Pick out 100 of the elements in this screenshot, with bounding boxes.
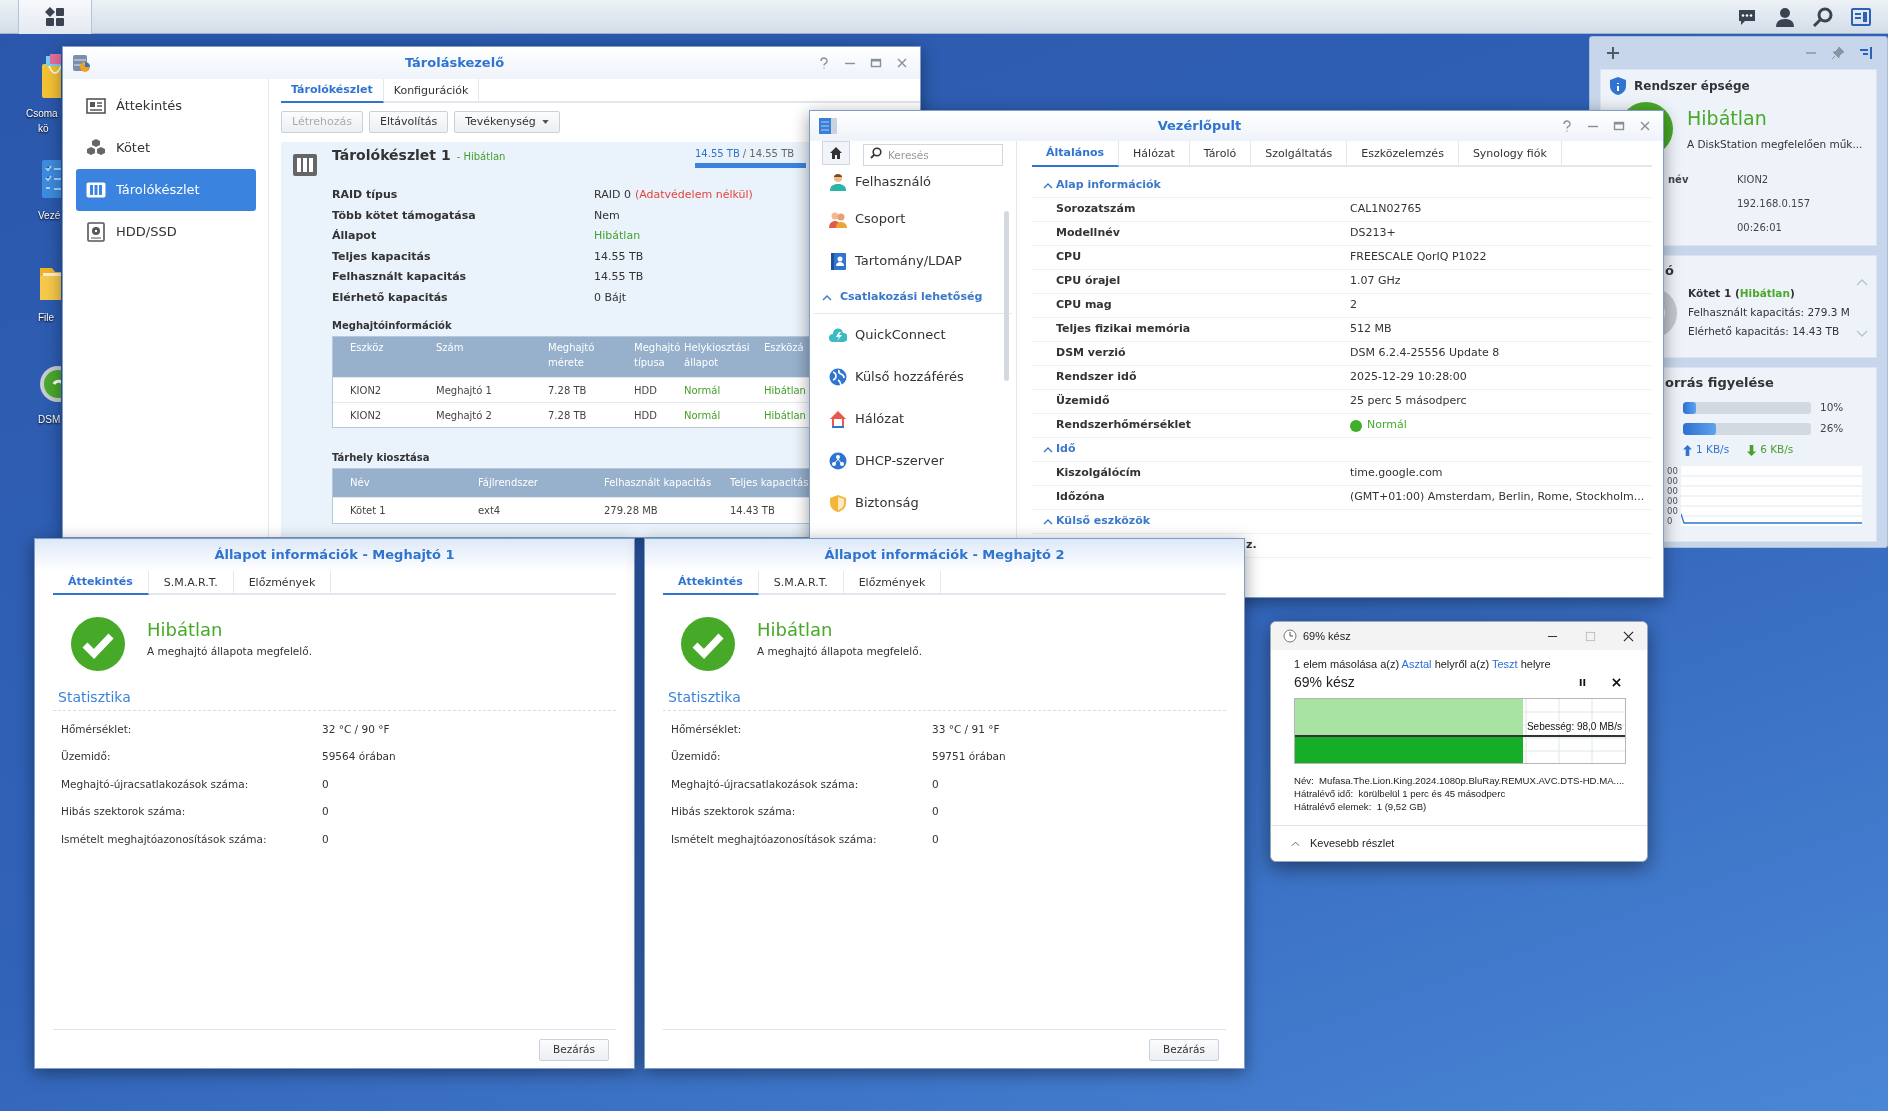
sidebar-item[interactable]: HDD/SSD [76,211,256,253]
tab[interactable]: Előzmények [843,571,942,595]
detail-value: 0 Bájt [594,289,627,306]
sidebar-item[interactable]: Felhasználó [810,165,1016,198]
home-button[interactable] [822,141,850,165]
link[interactable]: Teszt [1491,658,1518,670]
info-value: 25 perc 5 másodperc [1350,393,1468,410]
progress-text: 69% kész [1294,672,1355,692]
info-label: Üzemidő [1056,393,1111,410]
info-label: CPU órajel [1056,273,1122,290]
user-icon[interactable] [1774,5,1796,28]
icon-label[interactable]: DSM [38,412,61,427]
table-cell-text: 14.43 TB [730,504,776,518]
tab[interactable]: Hálózat [1119,141,1190,167]
check-circle-icon [681,617,735,671]
table-cell-text: Hibátlan [764,383,807,398]
chevron-up-icon [1043,446,1053,453]
help-icon[interactable] [1561,120,1573,132]
help-icon[interactable] [818,57,830,69]
sidebar-panel-icon[interactable] [1859,46,1873,60]
icon-label[interactable]: Csoma [26,106,58,121]
clock-icon [1283,629,1297,643]
maximize-icon[interactable] [870,57,882,69]
meter-reading: 26% [1820,420,1844,436]
stop-icon[interactable] [1612,677,1621,687]
toolbar-button[interactable]: Tevékenység [454,111,560,133]
total-capacity: / 14.55 TB [742,148,795,160]
stat-value: 0 [322,804,330,820]
sidebar-item[interactable]: Hálózat [810,398,1016,440]
sidebar-item[interactable]: QuickConnect [810,314,1016,356]
window-title: 69% kész [1303,628,1351,644]
close-button[interactable]: Bezárás [1149,1039,1219,1061]
chevron-up-icon [1043,518,1053,525]
stat-label: Ismételt meghajtóazonosítások száma: [61,831,268,847]
download-speed: 6 KB/s [1760,442,1794,458]
section-header[interactable]: Idő [1032,438,1652,462]
sidebar-item[interactable]: DHCP-szerver [810,440,1016,482]
detail-value: 14.55 TB [594,269,644,285]
plus-icon[interactable] [1606,46,1620,60]
sidebar-item[interactable]: Áttekintés [76,85,256,127]
stat-label: Üzemidő: [61,749,112,765]
search-icon[interactable] [1812,5,1834,28]
tab[interactable]: Tároló [1189,141,1252,167]
main-menu-button[interactable] [18,0,92,34]
cubes-icon [86,138,106,158]
pause-icon[interactable] [1578,677,1587,687]
control-panel-app-icon[interactable] [818,116,838,136]
sidebar-item[interactable]: Tárolókészlet [76,169,256,211]
link[interactable]: Asztal [1401,658,1432,670]
stat-value: 33 °C / 91 °F [932,721,1001,737]
column-header: Eszköz [350,341,385,355]
sidebar-item[interactable]: Biztonság [810,482,1016,524]
stat-label: Meghajtó-újracsatlakozások száma: [61,776,250,792]
section-header[interactable]: Külső eszközök [1032,510,1652,534]
info-value: CAL1N02765 [1350,201,1423,218]
toolbar-button[interactable]: Eltávolítás [369,111,449,133]
network-nodes-icon [829,452,847,470]
chevron-up-icon [1291,840,1300,847]
search-field[interactable]: Keresés [863,144,1003,166]
address-book-icon [829,252,847,270]
sidebar-item[interactable]: Kötet [76,127,256,169]
scrollbar[interactable] [1004,211,1009,381]
tab[interactable]: Áttekintés [663,571,759,595]
pool-status: - Hibátlan [456,149,506,164]
volume-info: Elérhető kapacitás: 14.43 TB [1688,324,1841,339]
tab[interactable]: S.M.A.R.T. [148,571,234,595]
info-label: Modellnév [1056,225,1121,242]
tab[interactable]: Áttekintés [53,571,149,595]
close-icon[interactable] [1622,630,1634,642]
maximize-icon[interactable] [1613,120,1625,132]
caret-icon [541,120,549,124]
detail-value: RAID 0 (Adatvédelem nélkül) [594,187,753,203]
table-cell-text: Normál [684,383,722,398]
info-value: KION2 [1737,172,1770,187]
icon-label[interactable]: kö [38,121,49,136]
detail-value: Nem [594,207,620,224]
tab[interactable]: Eszközelemzés [1347,141,1459,167]
tab[interactable]: Tárolókészlet [281,79,384,103]
table-cell-text: 7.28 TB [548,408,588,423]
section-header[interactable]: Alap információk [1032,174,1652,198]
tab[interactable]: Synology fiók [1458,141,1562,167]
axis-label: 00 [1667,466,1679,476]
details-toggle[interactable]: Kevesebb részlet [1291,835,1395,852]
stat-label: Hőmérséklet: [671,721,743,737]
tab[interactable]: Szolgáltatás [1251,141,1348,167]
tab[interactable]: Konfigurációk [383,79,480,103]
tab[interactable]: Előzmények [233,571,332,595]
storage-app-icon[interactable] [71,53,91,73]
detail-label: Állapot [332,228,377,244]
close-button[interactable]: Bezárás [539,1039,609,1061]
info-value: DSM 6.2.4-25556 Update 8 [1350,345,1501,362]
table-cell-text: Kötet 1 [350,504,387,518]
widgets-icon[interactable] [1850,5,1872,28]
shield-icon [829,494,847,512]
tab[interactable]: Általános [1032,141,1120,167]
icon-label[interactable]: Vezé [38,208,61,223]
check-circle-icon [71,617,125,671]
widget-title: orrás figyelése [1664,374,1775,390]
tab[interactable]: S.M.A.R.T. [758,571,844,595]
icon-label[interactable]: File [38,310,55,325]
